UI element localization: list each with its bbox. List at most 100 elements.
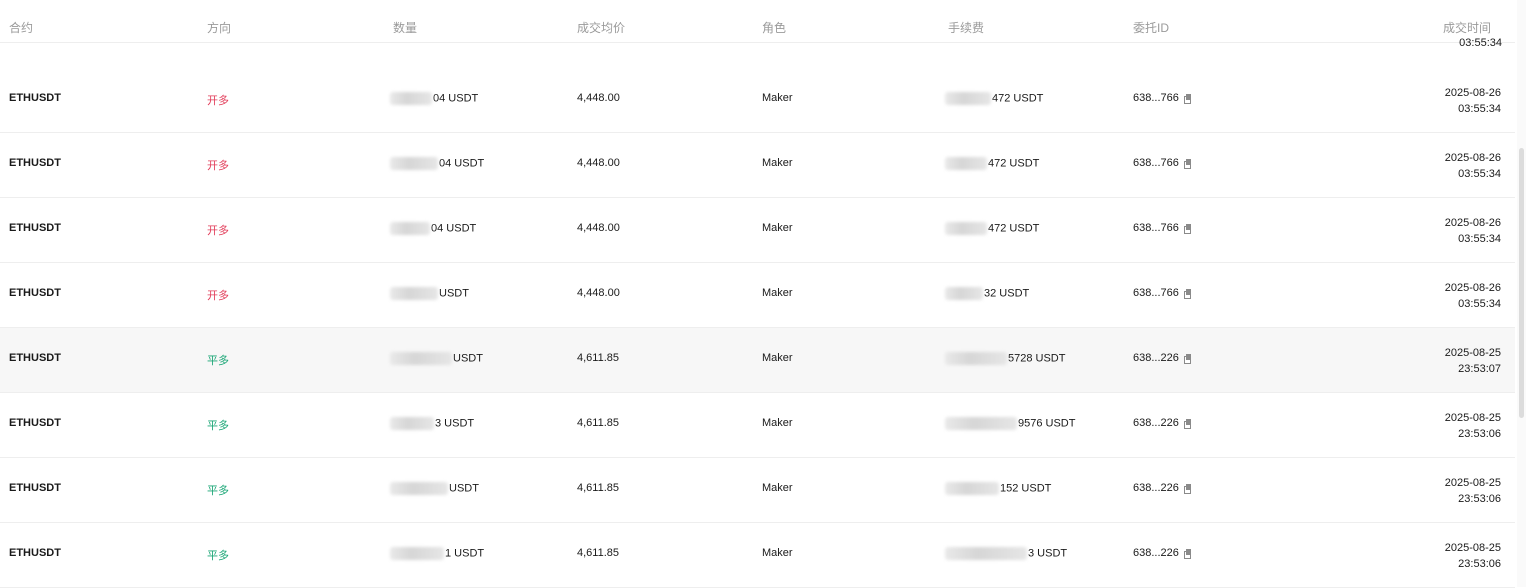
role-cell: Maker [762, 287, 793, 299]
trade-time: 03:55:34 [1458, 103, 1501, 115]
direction-cell: 平多 [207, 355, 229, 367]
redacted-mask [945, 287, 983, 300]
copy-icon[interactable] [1183, 288, 1192, 299]
table-row[interactable]: ETHUSDT 平多 USDT 4,611.85 Maker 152 USDT 638...… [0, 458, 1515, 523]
redacted-mask [390, 352, 452, 365]
copy-icon[interactable] [1183, 353, 1192, 364]
redacted-mask [390, 482, 448, 495]
avg-price-cell: 4,448.00 [577, 157, 620, 169]
direction-cell: 平多 [207, 550, 229, 562]
table-row[interactable]: ETHUSDT 平多 1 USDT 4,611.85 Maker 3 USDT 638...… [0, 523, 1515, 588]
redacted-mask [945, 547, 1027, 560]
fee-visible-text: 472 USDT [988, 157, 1040, 170]
trade-time: 23:53:06 [1458, 558, 1501, 570]
quantity-cell: 04 USDT [390, 222, 476, 235]
fee-cell: 152 USDT [945, 482, 1051, 495]
time-cell: 2025-08-25 23:53:06 [1445, 475, 1501, 507]
redacted-mask [945, 417, 1017, 430]
column-header-direction: 方向 [207, 21, 232, 35]
role-cell: Maker [762, 92, 793, 104]
contract-cell: ETHUSDT [9, 482, 61, 494]
quantity-cell: USDT [390, 482, 479, 495]
fee-cell: 472 USDT [945, 157, 1039, 170]
trade-date: 2025-08-26 [1444, 152, 1501, 164]
trade-time: 23:53:07 [1458, 363, 1501, 375]
table-row[interactable]: ETHUSDT 开多 04 USDT 4,448.00 Maker 472 USDT 638… [0, 133, 1515, 198]
contract-cell: ETHUSDT [9, 352, 61, 364]
time-cell: 2025-08-25 23:53:06 [1445, 540, 1501, 572]
table-row[interactable]: ETHUSDT 开多 04 USDT 4,448.00 Maker 472 USDT 638… [0, 68, 1515, 133]
column-header-quantity: 数量 [393, 21, 418, 35]
avg-price-cell: 4,448.00 [577, 92, 620, 104]
table-row[interactable]: ETHUSDT 平多 3 USDT 4,611.85 Maker 9576 USDT 638… [0, 393, 1515, 458]
table-row[interactable]: ETHUSDT 平多 USDT 4,611.85 Maker 5728 USDT 638..… [0, 328, 1515, 393]
contract-cell: ETHUSDT [9, 287, 61, 299]
order-id-cell: 638...226 [1133, 482, 1192, 494]
column-header-order-id: 委托ID [1133, 21, 1170, 35]
order-id-text: 638...766 [1133, 287, 1179, 299]
column-header-fee: 手续费 [948, 21, 985, 35]
copy-icon[interactable] [1183, 223, 1192, 234]
quantity-cell: 1 USDT [390, 547, 484, 560]
order-id-text: 638...226 [1133, 482, 1179, 494]
direction-cell: 开多 [207, 225, 229, 237]
order-id-text: 638...226 [1133, 352, 1179, 364]
avg-price-cell: 4,448.00 [577, 222, 620, 234]
order-id-cell: 638...766 [1133, 92, 1192, 104]
partial-row-time: 03:55:34 [1459, 37, 1502, 49]
fee-cell: 32 USDT [945, 287, 1029, 300]
trade-date: 2025-08-25 [1444, 542, 1501, 554]
copy-icon[interactable] [1183, 158, 1192, 169]
fee-cell: 9576 USDT [945, 417, 1075, 430]
copy-icon[interactable] [1183, 548, 1192, 559]
order-id-cell: 638...766 [1133, 287, 1192, 299]
trade-time: 23:53:06 [1458, 493, 1501, 505]
direction-cell: 开多 [207, 95, 229, 107]
fee-visible-text: 472 USDT [988, 222, 1040, 235]
redacted-mask [390, 417, 434, 430]
trade-date: 2025-08-25 [1444, 347, 1501, 359]
trade-date: 2025-08-26 [1444, 217, 1501, 229]
quantity-visible-text: USDT [449, 482, 479, 495]
fee-visible-text: 472 USDT [992, 92, 1044, 105]
order-id-cell: 638...226 [1133, 547, 1192, 559]
scrollbar[interactable] [1517, 0, 1526, 587]
redacted-mask [390, 547, 444, 560]
redacted-mask [390, 287, 438, 300]
quantity-visible-text: USDT [453, 352, 483, 365]
copy-icon[interactable] [1183, 483, 1192, 494]
fee-cell: 472 USDT [945, 222, 1039, 235]
quantity-cell: USDT [390, 287, 469, 300]
scrollbar-thumb[interactable] [1519, 148, 1524, 418]
redacted-mask [390, 92, 432, 105]
redacted-mask [390, 157, 438, 170]
fee-visible-text: 5728 USDT [1008, 352, 1066, 365]
quantity-cell: 3 USDT [390, 417, 474, 430]
copy-icon[interactable] [1183, 418, 1192, 429]
time-cell: 2025-08-26 03:55:34 [1445, 150, 1501, 182]
quantity-cell: USDT [390, 352, 483, 365]
avg-price-cell: 4,448.00 [577, 287, 620, 299]
order-id-cell: 638...226 [1133, 417, 1192, 429]
role-cell: Maker [762, 482, 793, 494]
trade-date: 2025-08-26 [1444, 87, 1501, 99]
redacted-mask [945, 352, 1007, 365]
table-row[interactable]: ETHUSDT 开多 USDT 4,448.00 Maker 32 USDT 638...7… [0, 263, 1515, 328]
order-id-cell: 638...226 [1133, 352, 1192, 364]
trade-time: 03:55:34 [1458, 298, 1501, 310]
trade-time: 23:53:06 [1458, 428, 1501, 440]
copy-icon[interactable] [1183, 93, 1192, 104]
redacted-mask [945, 222, 987, 235]
quantity-visible-text: 04 USDT [431, 222, 477, 235]
fee-cell: 472 USDT [945, 92, 1043, 105]
quantity-visible-text: 3 USDT [435, 417, 475, 430]
column-header-contract: 合约 [9, 21, 34, 35]
contract-cell: ETHUSDT [9, 157, 61, 169]
fee-cell: 5728 USDT [945, 352, 1065, 365]
trade-time: 03:55:34 [1458, 233, 1501, 245]
trade-date: 2025-08-25 [1444, 477, 1501, 489]
contract-cell: ETHUSDT [9, 92, 61, 104]
column-header-time: 成交时间 [1442, 21, 1491, 35]
order-id-text: 638...226 [1133, 547, 1179, 559]
table-row[interactable]: ETHUSDT 开多 04 USDT 4,448.00 Maker 472 USDT 638… [0, 198, 1515, 263]
